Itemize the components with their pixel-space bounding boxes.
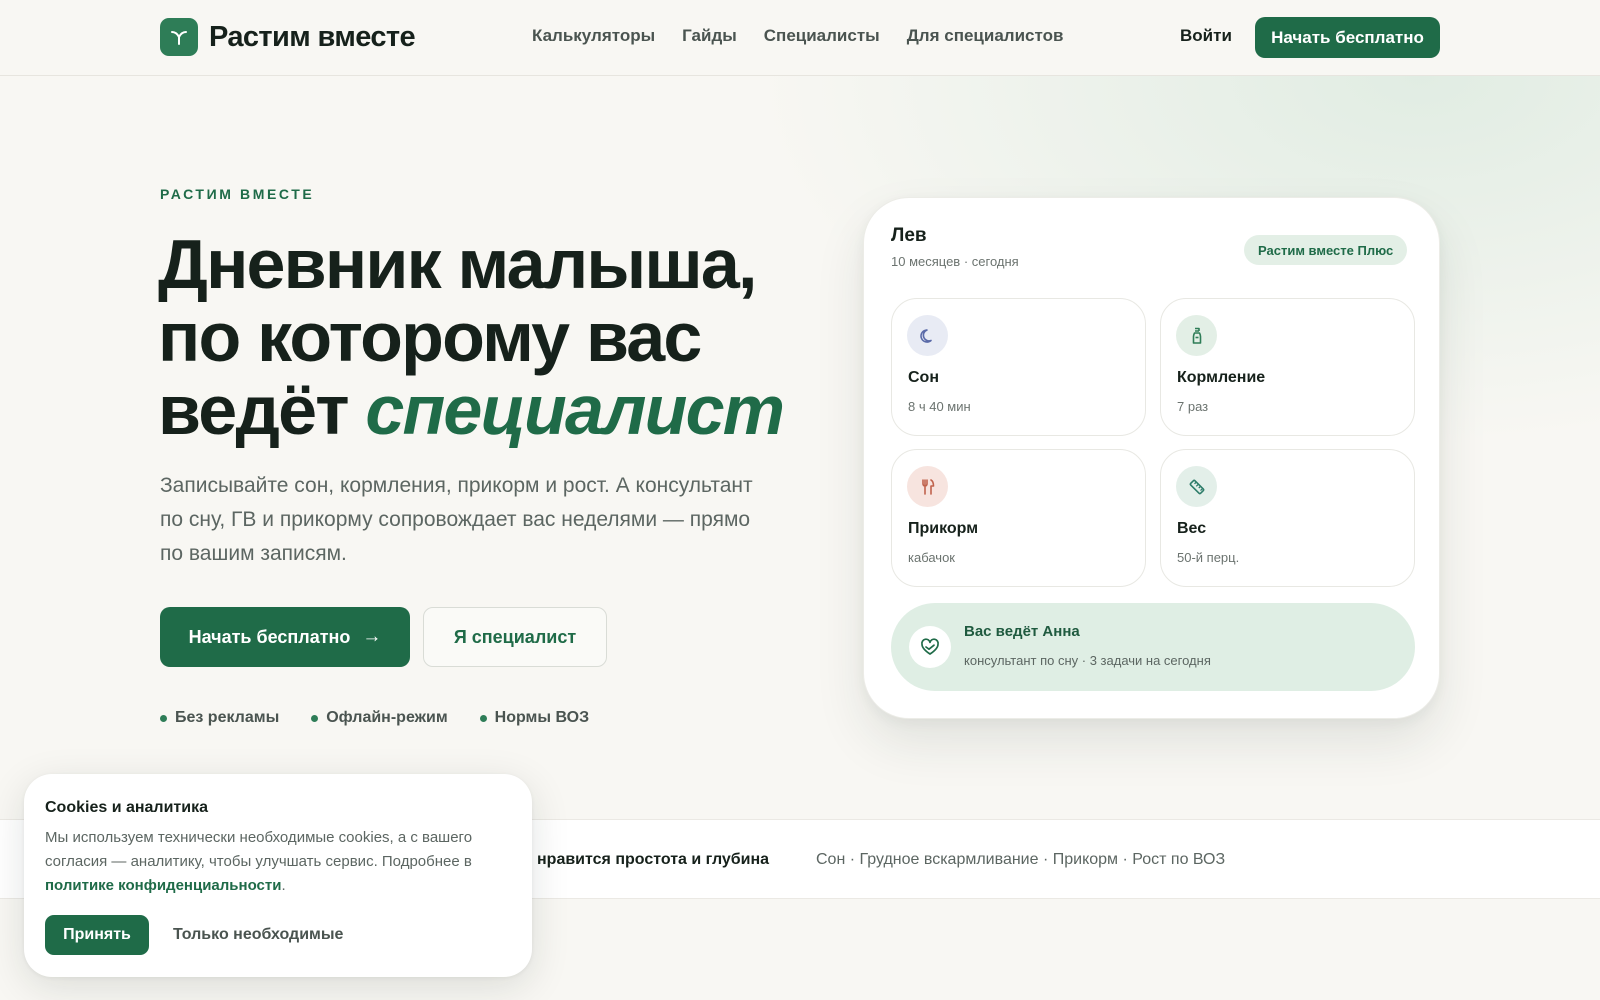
feature-label: Без рекламы: [175, 709, 280, 726]
cookie-text: Мы используем технически необходимые coo…: [45, 826, 495, 898]
strip-topics: Сон · Грудное вскармливание · Прикорм · …: [816, 851, 1226, 868]
heart-hand-icon: [909, 626, 951, 668]
nav-specialists[interactable]: Специалисты: [764, 26, 880, 46]
feature-item: Без рекламы: [160, 709, 279, 727]
nav-for-specialists[interactable]: Для специалистов: [907, 26, 1064, 46]
cookie-accept-button[interactable]: Принять: [45, 915, 149, 955]
hero-eyebrow: РАСТИМ ВМЕСТЕ: [160, 186, 315, 202]
arrow-right-icon: →: [362, 626, 382, 647]
feature-label: Офлайн-режим: [326, 709, 448, 726]
headline-accent: специалист: [365, 371, 785, 449]
plan-badge: Растим вместе Плюс: [1244, 235, 1408, 265]
tile-value: 8 ч 40 мин: [908, 399, 971, 414]
bottle-icon: [1176, 315, 1217, 356]
utensils-icon: [907, 466, 948, 507]
strip-quote: нравится простота и глубина: [537, 851, 770, 868]
logo-text: Растим вместе: [209, 20, 416, 53]
child-meta: 10 месяцев · сегодня: [891, 254, 1019, 269]
specialist-title: Вас ведёт Анна: [964, 623, 1080, 640]
cookie-title: Cookies и аналитика: [45, 799, 209, 816]
bullet-dot-icon: [311, 714, 319, 722]
hero-headline: Дневник малыша, по которому вас ведёт сп…: [158, 228, 838, 447]
child-name: Лев: [891, 225, 927, 246]
bullet-dot-icon: [160, 714, 167, 722]
tile-value: 50-й перц.: [1177, 550, 1240, 565]
feature-list: Без рекламы Офлайн-режим Нормы ВОЗ: [160, 709, 621, 727]
cookie-banner: Cookies и аналитика Мы используем технич…: [24, 774, 532, 977]
tile-title: Вес: [1177, 520, 1207, 537]
specialist-button[interactable]: Я специалист: [423, 607, 607, 667]
specialist-panel[interactable]: Вас ведёт Анна консультант по сну · 3 за…: [891, 603, 1415, 691]
site-header: Растим вместе Калькуляторы Гайды Специал…: [0, 0, 1600, 76]
cookie-necessary-button[interactable]: Только необходимые: [173, 926, 343, 944]
feature-label: Нормы ВОЗ: [494, 709, 590, 726]
main-nav: Калькуляторы Гайды Специалисты Для специ…: [532, 26, 1090, 46]
tile-feeding[interactable]: Кормление 7 раз: [1160, 298, 1415, 436]
nav-guides[interactable]: Гайды: [682, 26, 737, 46]
start-free-button[interactable]: Начать бесплатно →: [160, 607, 410, 667]
app-preview-card: Лев 10 месяцев · сегодня Растим вместе П…: [863, 197, 1440, 719]
nav-calculators[interactable]: Калькуляторы: [532, 26, 655, 46]
feature-item: Нормы ВОЗ: [479, 709, 590, 727]
header-start-free-button[interactable]: Начать бесплатно: [1255, 17, 1440, 58]
tile-weight[interactable]: Вес 50-й перц.: [1160, 449, 1415, 587]
specialist-meta: консультант по сну · 3 задачи на сегодня: [964, 653, 1211, 668]
tile-title: Кормление: [1177, 369, 1266, 386]
cookie-body-end: .: [281, 877, 286, 894]
login-link[interactable]: Войти: [1180, 26, 1232, 46]
feature-item: Офлайн-режим: [311, 709, 448, 727]
hero-subtitle: Записывайте сон, кормления, прикорм и ро…: [160, 474, 753, 565]
tile-title: Прикорм: [908, 520, 979, 537]
tile-sleep[interactable]: Сон 8 ч 40 мин: [891, 298, 1146, 436]
ruler-icon: [1176, 466, 1217, 507]
privacy-policy-link[interactable]: политике конфиденциальности: [45, 877, 281, 894]
start-free-label: Начать бесплатно: [188, 626, 351, 647]
tile-solids[interactable]: Прикорм кабачок: [891, 449, 1146, 587]
bullet-dot-icon: [479, 714, 487, 722]
logo[interactable]: Растим вместе: [160, 18, 416, 56]
cookie-body: Мы используем технически необходимые coo…: [45, 829, 473, 870]
tile-value: кабачок: [908, 550, 955, 565]
moon-icon: [907, 315, 948, 356]
tile-value: 7 раз: [1177, 399, 1209, 414]
tile-title: Сон: [908, 369, 939, 386]
sprout-logo-icon: [160, 18, 198, 56]
